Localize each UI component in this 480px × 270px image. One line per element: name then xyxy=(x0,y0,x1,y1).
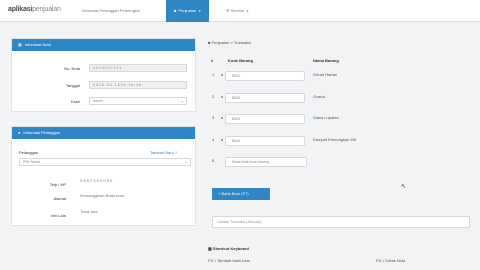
top-navbar: aplikasipenjualan Informasi Pelanggan Pe… xyxy=(0,0,480,22)
row-dot xyxy=(221,117,223,119)
pelanggan-select[interactable]: Pilih Nama ⌄ xyxy=(19,158,191,166)
file-icon: ▦ xyxy=(18,42,22,47)
kasir-select-value: Admin xyxy=(93,99,103,103)
cart-icon: ■ xyxy=(174,8,177,13)
kode-barang-input[interactable]: B002 xyxy=(225,93,305,103)
nav-link-penjualan-label: Penjualan xyxy=(178,8,197,13)
pelanggan-select-value: Pilih Nama xyxy=(23,160,40,164)
pelanggan-panel: ● Informasi Pelanggan Pelanggan Tambah Ba… xyxy=(11,126,196,226)
nota-panel-title: Informasi Nota xyxy=(24,42,51,47)
pelanggan-panel-header: ● Informasi Pelanggan xyxy=(12,127,195,139)
nota-panel-header: ▦ Informasi Nota xyxy=(12,39,195,51)
kode-barang-input[interactable]: B004 xyxy=(225,136,305,146)
tambah-baru-link[interactable]: Tambah Baru ? xyxy=(150,150,177,155)
kasir-select[interactable]: Admin ⌄ xyxy=(89,97,187,105)
breadcrumb-text[interactable]: Penjualan > Transaksi xyxy=(212,40,251,45)
no-nota-field[interactable]: 0 9 1 0 0 0 0 1 0 1 xyxy=(89,64,187,72)
row-number: 5 xyxy=(212,158,215,163)
nota-panel: ▦ Informasi Nota No. Nota 0 9 1 0 0 0 0 1… xyxy=(11,38,196,112)
keyboard-icon: ▦ xyxy=(208,246,212,251)
add-row-button[interactable]: + Baris Baru (F7) xyxy=(212,188,270,200)
kode-barang-input[interactable]: B003 xyxy=(225,114,305,124)
alamat-value: Kemanggisan Brata kota xyxy=(80,193,124,198)
kode-barang-input[interactable]: B001 xyxy=(225,71,305,81)
app-logo[interactable]: aplikasipenjualan xyxy=(8,6,61,13)
info-lain-value: Tidak ada xyxy=(80,209,98,214)
kasir-label: Kasir xyxy=(70,99,80,104)
nav-link-informasi[interactable]: Informasi Pelanggan Perbengkel xyxy=(82,0,140,22)
shortcut-left: F3 = Tambah baris baru xyxy=(208,258,251,263)
shortcut-title: ▦ Shortcut Keyboard xyxy=(208,246,249,251)
row-number: 3 xyxy=(212,115,215,120)
nama-barang-cell: Dompet Kemungkan HB xyxy=(313,137,357,142)
nama-barang-cell: Gerah Harian xyxy=(313,72,338,77)
column-header-kode: Kode Barang xyxy=(228,58,253,63)
row-number: 1 xyxy=(212,72,215,77)
telp-value: 0 8 5 7 2 0 0 0 0 0 xyxy=(80,178,113,183)
catatan-input[interactable]: Catatan Transaksi (Jika ada) xyxy=(212,216,470,228)
nama-barang-cell: Sabun Lipatan xyxy=(313,115,339,120)
no-nota-label: No. Nota xyxy=(64,66,80,71)
home-icon: ■ xyxy=(208,40,211,45)
chevron-down-icon: ⌄ xyxy=(180,98,184,103)
breadcrumb: ■ Penjualan > Transaksi xyxy=(208,40,251,45)
brand-name: aplikasi xyxy=(8,6,33,13)
nav-link-penjualan[interactable]: ■ Penjualan ▼ xyxy=(166,0,210,22)
pelanggan-panel-title: Informasi Pelanggan xyxy=(23,130,61,135)
telp-label: Telp / HP xyxy=(49,182,66,187)
column-header-nama: Nama Barang xyxy=(313,58,339,63)
row-dot xyxy=(221,96,223,98)
alamat-label: Alamat xyxy=(53,196,66,201)
chevron-down-icon: ⌄ xyxy=(184,159,188,164)
row-number: 4 xyxy=(212,137,215,142)
tanggal-label: Tanggal xyxy=(65,83,80,88)
row-number: 2 xyxy=(212,94,215,99)
chevron-down-icon: ▼ xyxy=(198,9,202,13)
mouse-cursor-icon: ↖ xyxy=(401,184,407,190)
nama-barang-cell: Ovaria xyxy=(313,94,325,99)
user-icon: ● xyxy=(18,130,21,135)
info-lain-label: Info Lain xyxy=(50,213,66,218)
brand-suffix: penjualan xyxy=(32,6,61,13)
nav-link-service[interactable]: ⚙ Service ▼ xyxy=(226,0,249,22)
row-dot xyxy=(221,139,223,141)
tanggal-field[interactable]: 2 0 1 6 - 0 4 - 1 6 1 6 : 1 6 : 4 6 xyxy=(89,81,187,89)
shortcut-title-text: Shortcut Keyboard xyxy=(212,246,249,251)
pelanggan-label: Pelanggan xyxy=(19,150,39,155)
chevron-down-icon: ▼ xyxy=(246,9,250,13)
nav-link-service-label: Service xyxy=(230,8,245,13)
gear-icon: ⚙ xyxy=(226,8,230,13)
kode-barang-input[interactable]: Mulai ketik kode barang... xyxy=(225,157,307,167)
column-header-no: # xyxy=(211,58,214,63)
row-dot xyxy=(221,74,223,76)
shortcut-right: F8 = Cetak Nota xyxy=(376,258,406,263)
